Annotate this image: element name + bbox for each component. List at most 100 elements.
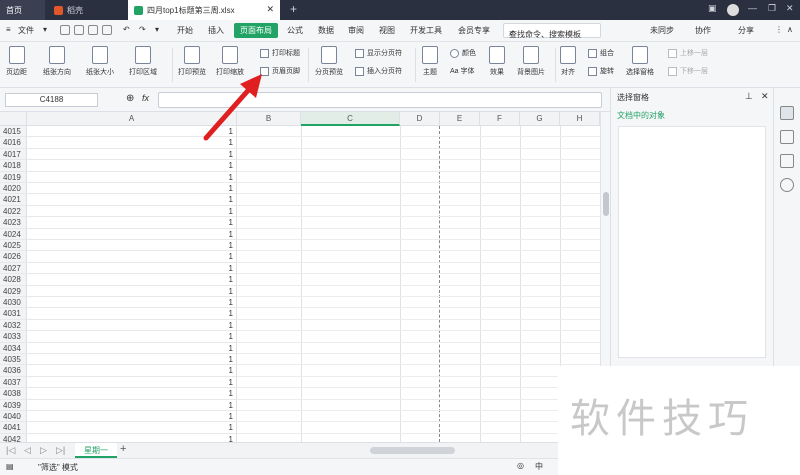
cell-a[interactable]: 1 [27,376,237,389]
share-button[interactable]: 分享 [738,25,754,36]
menu-start[interactable]: 开始 [177,25,193,36]
align-button[interactable]: 对齐 [560,46,576,77]
selection-pane-button[interactable]: 选择窗格 [626,46,654,77]
spreadsheet-grid[interactable]: A B C D E F G H 4015 1 4016 1 4017 1 4018 1 4019… [0,112,600,442]
rotate-button[interactable]: 旋转 [588,66,614,76]
bring-forward-button[interactable]: 上移一层 [668,48,708,58]
print-area-button[interactable]: 打印区域 [129,46,157,77]
fonts-button[interactable]: Aa 字体 [450,66,475,76]
cell-a[interactable]: 1 [27,433,237,442]
tablet-mode-icon[interactable]: ▣ [708,3,717,14]
tab-docer[interactable]: 稻壳 [48,0,126,20]
last-sheet-icon[interactable]: ▷| [56,445,65,456]
column-header-c[interactable]: C [301,112,400,126]
row-header[interactable]: 4031 [0,308,27,320]
redo-icon[interactable]: ↷ [139,25,146,34]
collapse-ribbon-icon[interactable]: ∧ [787,25,793,34]
object-list[interactable] [618,126,766,358]
input-method-icon[interactable]: 中 [535,461,543,472]
menu-member[interactable]: 会员专享 [458,25,490,36]
cell-a[interactable]: 1 [27,285,237,297]
restore-icon[interactable]: ❐ [768,3,776,14]
group-button[interactable]: 组合 [588,48,614,58]
fx-icon[interactable]: fx [142,93,149,103]
row-header[interactable]: 4023 [0,217,27,229]
send-backward-button[interactable]: 下移一层 [668,66,708,76]
cell-a[interactable]: 1 [27,148,237,161]
add-sheet-button[interactable]: + [120,443,126,455]
row-header[interactable]: 4028 [0,274,27,286]
row-header[interactable]: 4027 [0,262,27,275]
cursor-select-icon[interactable] [780,106,794,120]
row-header[interactable]: 4020 [0,183,27,195]
cell-a[interactable]: 1 [27,319,237,332]
row-header[interactable]: 4019 [0,171,27,183]
crop-icon[interactable] [780,154,794,168]
collaborate-button[interactable]: 协作 [695,25,711,36]
tab-file[interactable]: 四月top1标题第三周.xlsx ✕ [128,0,280,20]
column-header-h[interactable]: H [560,112,600,126]
cell-a[interactable]: 1 [27,342,237,354]
theme-button[interactable]: 主题 [422,46,438,77]
margins-button[interactable]: 页边距 [6,46,27,77]
cell-a[interactable]: 1 [27,194,237,206]
help-icon[interactable] [780,178,794,192]
chevron-down-icon[interactable]: ▾ [43,25,47,34]
row-header[interactable]: 4029 [0,285,27,297]
row-header[interactable]: 4038 [0,388,27,400]
avatar[interactable] [727,4,739,16]
eye-protection-icon[interactable]: ◎ [517,461,524,470]
background-image-button[interactable]: 背景图片 [517,46,545,77]
row-header[interactable]: 4025 [0,240,27,252]
insert-page-break-button[interactable]: 插入分页符 [355,66,402,76]
row-header[interactable]: 4030 [0,297,27,309]
cell-a[interactable]: 1 [27,274,237,286]
select-all-corner[interactable] [0,112,27,126]
row-header[interactable]: 4022 [0,205,27,218]
row-header[interactable]: 4041 [0,422,27,434]
paper-size-button[interactable]: 纸张大小 [86,46,114,77]
cell-a[interactable]: 1 [27,251,237,263]
row-header[interactable]: 4040 [0,411,27,423]
adjust-icon[interactable] [780,130,794,144]
prev-sheet-icon[interactable]: ◁ [24,445,31,456]
cell-a[interactable]: 1 [27,399,237,411]
cell-a[interactable]: 1 [27,331,237,343]
menu-data[interactable]: 数据 [318,25,334,36]
print-preview-icon[interactable] [102,25,112,35]
zoom-icon[interactable]: ⊕ [126,93,134,104]
menu-review[interactable]: 审阅 [348,25,364,36]
horizontal-scrollbar[interactable] [370,447,455,454]
close-window-icon[interactable]: ✕ [786,3,794,14]
cell-a[interactable]: 1 [27,354,237,366]
export-icon[interactable] [74,25,84,35]
close-tab-icon[interactable]: ✕ [266,4,274,15]
column-header-d[interactable]: D [400,112,440,126]
row-header[interactable]: 4033 [0,331,27,343]
menu-developer[interactable]: 开发工具 [410,25,442,36]
first-sheet-icon[interactable]: |◁ [6,445,15,456]
undo-icon[interactable]: ↶ [123,25,130,34]
cell-a[interactable]: 1 [27,160,237,172]
cell-a[interactable]: 1 [27,205,237,218]
effects-button[interactable]: 效果 [489,46,505,77]
cell-a[interactable]: 1 [27,297,237,309]
new-tab-button[interactable]: + [290,2,297,16]
row-header[interactable]: 4021 [0,194,27,206]
column-header-f[interactable]: F [480,112,520,126]
page-break-preview-button[interactable]: 分页预览 [315,46,343,77]
menu-insert[interactable]: 插入 [208,25,224,36]
next-sheet-icon[interactable]: ▷ [40,445,47,456]
menu-file[interactable]: 文件 [18,25,34,36]
menu-formulas[interactable]: 公式 [287,25,303,36]
row-header[interactable]: 4015 [0,126,27,138]
cell-a[interactable]: 1 [27,411,237,423]
print-icon[interactable] [88,25,98,35]
cell-a[interactable]: 1 [27,422,237,434]
row-header[interactable]: 4018 [0,160,27,172]
row-header[interactable]: 4032 [0,319,27,332]
quick-access-chevron-icon[interactable]: ▾ [155,25,159,34]
colors-button[interactable]: 颜色 [450,48,476,58]
row-header[interactable]: 4036 [0,365,27,377]
sheet-tab-monday[interactable]: 星期一 [75,443,117,458]
